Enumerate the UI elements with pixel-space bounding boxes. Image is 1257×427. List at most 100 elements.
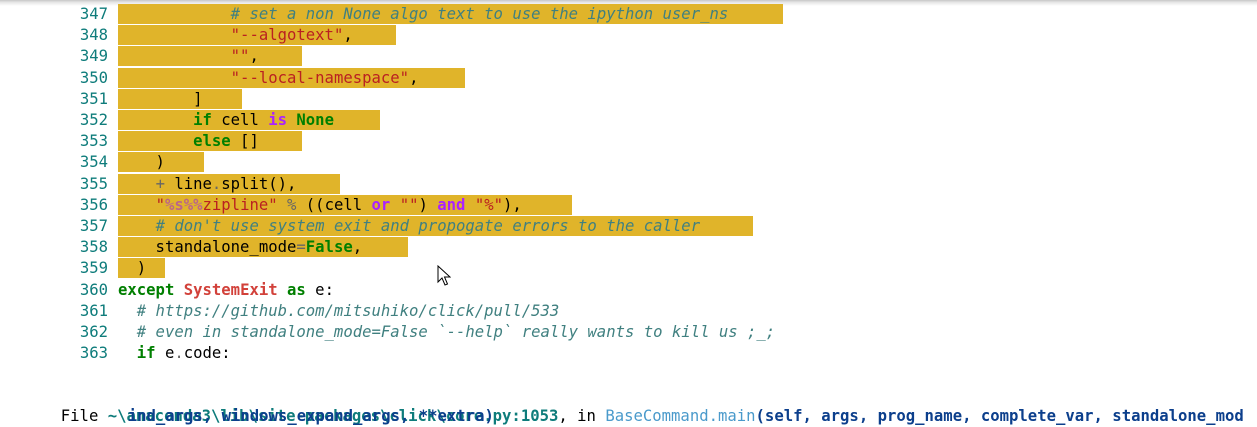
- code-token: zipline": [202, 195, 278, 214]
- code-line: 348 "--algotext",: [0, 25, 1257, 46]
- code-token: ): [118, 153, 165, 172]
- function-name: BaseCommand.main: [605, 407, 756, 425]
- code-token: "": [399, 195, 419, 214]
- code-token: code:: [183, 344, 231, 363]
- code-line: 360 except SystemExit as e:: [0, 280, 1257, 301]
- code-token: ((cell: [296, 195, 372, 214]
- function-args: (self, args, prog_name, complete_var, st…: [755, 407, 1244, 425]
- mouse-cursor-icon: [437, 265, 451, 286]
- line-number: 350: [79, 68, 108, 87]
- code-token: []: [230, 132, 259, 151]
- line-number: 360: [79, 280, 108, 299]
- code-token: cell: [211, 111, 269, 129]
- code-line: 363 if e.code:: [0, 343, 1257, 364]
- line-number: 353: [79, 132, 108, 151]
- code-token: %: [287, 195, 297, 214]
- code-token: ,: [352, 238, 363, 257]
- line-number: 347: [79, 5, 108, 23]
- line-number: 357: [79, 217, 108, 235]
- code-token: None: [296, 111, 334, 129]
- code-token: e: [155, 344, 175, 363]
- code-token: ): [118, 259, 147, 278]
- code-text: # https://github.com/mitsuhiko/click/pul…: [118, 301, 559, 322]
- code-token: and: [437, 195, 466, 214]
- code-token: ]: [118, 89, 203, 108]
- code-token: .: [211, 174, 222, 193]
- code-token: except: [118, 280, 175, 299]
- code-token: if: [136, 344, 156, 363]
- code-token: ": [155, 195, 165, 214]
- code-token: line: [164, 174, 212, 193]
- line-number: 359: [79, 259, 108, 278]
- code-text: ): [118, 258, 146, 279]
- code-line: 362 # even in standalone_mode=False `--h…: [0, 322, 1257, 343]
- line-number: 362: [79, 323, 108, 341]
- code-token: as: [287, 280, 306, 299]
- line-number: 352: [79, 111, 108, 129]
- code-line: 356 "%s%%zipline" % ((cell or "") and "%…: [0, 194, 1257, 216]
- code-token: =: [296, 238, 306, 257]
- line-number: 358: [79, 238, 108, 257]
- code-text: "--algotext",: [118, 25, 353, 46]
- code-line: 347 # set a non None algo text to use th…: [0, 4, 1257, 25]
- code-token: # set a non None algo text to use the ip…: [230, 5, 729, 23]
- code-line: 350 "--local-namespace",: [0, 67, 1257, 89]
- code-token: standalone_mode: [118, 238, 297, 257]
- code-line: 359 ): [0, 258, 1257, 279]
- code-text: ): [118, 152, 165, 173]
- code-line: 349 "",: [0, 46, 1257, 67]
- code-text: "%s%%zipline" % ((cell or "") and "%"),: [118, 195, 522, 216]
- code-line: 352 if cell is None: [0, 110, 1257, 131]
- line-number: 349: [79, 47, 108, 66]
- code-token: +: [155, 174, 165, 193]
- code-token: if: [193, 111, 212, 129]
- line-number: 354: [79, 153, 108, 172]
- code-line: 354 ): [0, 152, 1257, 173]
- code-text: # set a non None algo text to use the ip…: [118, 4, 729, 25]
- code-token: .: [174, 344, 184, 363]
- code-token: e:: [305, 280, 334, 299]
- code-token: "--local-namespace": [230, 68, 410, 87]
- code-text: except SystemExit as e:: [118, 280, 334, 301]
- code-token: is: [268, 111, 288, 129]
- code-text: if cell is None: [118, 110, 334, 131]
- code-line: 361 # https://github.com/mitsuhiko/click…: [0, 301, 1257, 322]
- code-token: # don't use system exit and propogate er…: [155, 217, 701, 235]
- line-number: 348: [79, 26, 108, 45]
- code-token: or: [371, 195, 391, 214]
- code-token: # https://github.com/mitsuhiko/click/pul…: [136, 301, 560, 320]
- code-line: 357 # don't use system exit and propogat…: [0, 216, 1257, 237]
- line-number: 363: [79, 344, 108, 363]
- code-token: split(),: [221, 174, 297, 193]
- code-text: "--local-namespace",: [118, 68, 419, 89]
- line-number: 351: [79, 89, 108, 108]
- code-text: "",: [118, 46, 259, 67]
- code-token: "%": [474, 195, 503, 214]
- traceback-next-line: ind_args, windows_expand_args, **extra): [62, 407, 494, 425]
- code-line: 351 ]: [0, 88, 1257, 110]
- code-token: else: [193, 132, 231, 151]
- line-number: 361: [79, 301, 108, 320]
- code-line: 358 standalone_mode=False,: [0, 237, 1257, 258]
- code-token: %s%%: [164, 195, 203, 214]
- code-text: + line.split(),: [118, 174, 297, 195]
- code-line: 355 + line.split(),: [0, 173, 1257, 195]
- code-token: "--algotext": [230, 26, 344, 45]
- code-text: ]: [118, 89, 203, 110]
- code-token: ,: [249, 47, 259, 66]
- code-token: ,: [343, 26, 353, 45]
